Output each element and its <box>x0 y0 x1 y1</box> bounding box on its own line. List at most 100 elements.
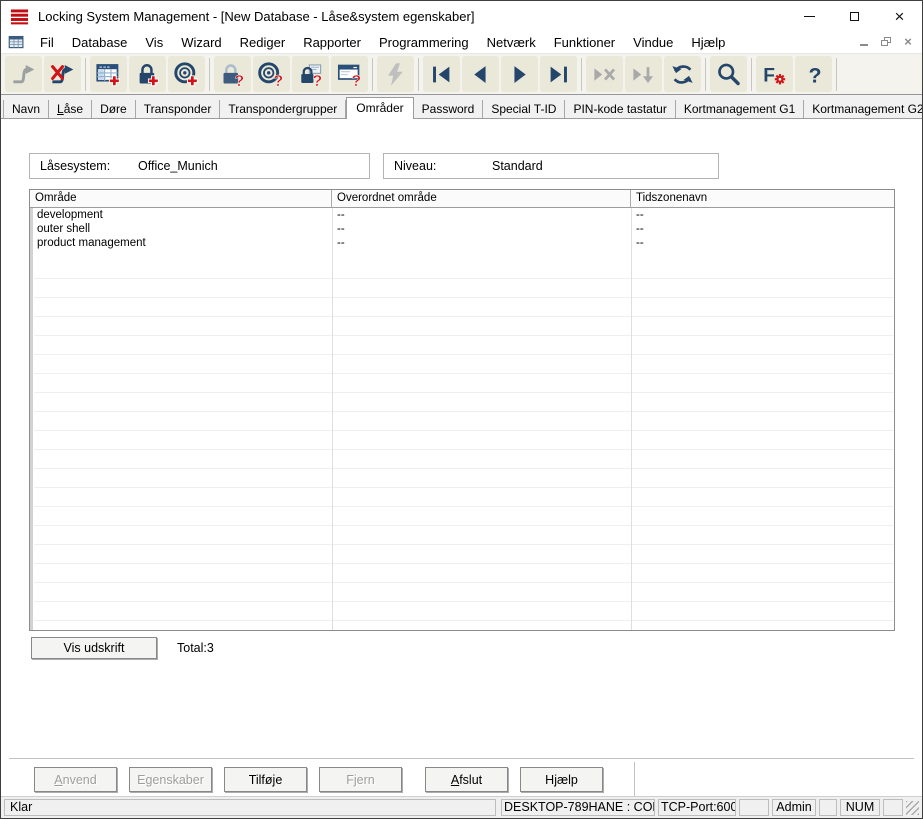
status-panels: DESKTOP-789HANE : COM(*)TCP-Port:6001Adm… <box>498 799 903 816</box>
print-preview-button[interactable]: Vis udskrift <box>31 637 157 659</box>
column-divider <box>332 208 333 630</box>
status-panel <box>819 799 837 816</box>
tab-transpondergrupper[interactable]: Transpondergrupper <box>220 100 346 118</box>
tab-password[interactable]: Password <box>414 100 484 118</box>
tab-transponder[interactable]: Transponder <box>136 100 221 118</box>
areas-table: OmrådeOverordnet områdeTidszonenavn deve… <box>29 189 895 631</box>
table-cell: -- <box>631 222 894 236</box>
button-row-separator <box>9 758 914 760</box>
column-header-tidszonenavn[interactable]: Tidszonenavn <box>631 190 894 207</box>
menu-item-netvaerk[interactable]: Netværk <box>478 33 545 52</box>
toolbar-button-nav-prev[interactable] <box>462 56 499 92</box>
mdi-restore-button[interactable] <box>877 34 895 49</box>
status-panel <box>739 799 769 816</box>
status-panel <box>883 799 903 816</box>
toolbar-button-read-lock-card[interactable]: ? <box>292 56 329 92</box>
toolbar-button-nav-last[interactable] <box>540 56 577 92</box>
toolbar-button-new-locking-plan[interactable] <box>90 56 127 92</box>
mdi-minimize-button[interactable] <box>855 34 873 49</box>
tab-dore[interactable]: Døre <box>92 100 136 118</box>
toolbar-button-connect-arrow <box>5 56 42 92</box>
table-row[interactable]: product management---- <box>30 236 894 250</box>
close-icon: × <box>895 8 905 25</box>
tab-lase[interactable]: Låse <box>49 100 92 118</box>
toolbar-button-filter-settings[interactable]: F <box>756 56 793 92</box>
tab-navn[interactable]: Navn <box>3 100 49 118</box>
menu-item-rapporter[interactable]: Rapporter <box>294 33 370 52</box>
toolbar-button-nav-cancel <box>586 56 623 92</box>
tab-special-t-id[interactable]: Special T-ID <box>483 100 565 118</box>
svg-text:?: ? <box>313 73 323 88</box>
toolbar-button-program-flash <box>377 56 414 92</box>
toolbar-button-read-transponder[interactable]: ? <box>253 56 290 92</box>
toolbar-separator <box>85 58 86 91</box>
menu-item-programmering[interactable]: Programmering <box>370 33 478 52</box>
add-transponder-icon <box>173 61 200 88</box>
read-lock-icon: ? <box>219 61 246 88</box>
table-cell: outer shell <box>30 222 332 236</box>
tilfoje-button[interactable]: Tilføje <box>224 767 307 792</box>
toolbar-separator <box>418 58 419 91</box>
level-label: Niveau: <box>384 159 492 173</box>
toolbar-button-add-lock[interactable] <box>129 56 166 92</box>
tab-kortmanagement-g1[interactable]: Kortmanagement G1 <box>676 100 804 118</box>
level-field: Niveau: Standard <box>383 153 719 179</box>
menu-item-rediger[interactable]: Rediger <box>231 33 295 52</box>
resize-grip-icon[interactable] <box>906 801 919 815</box>
toolbar-separator <box>751 58 752 91</box>
toolbar-button-refresh[interactable] <box>664 56 701 92</box>
refresh-icon <box>669 61 696 88</box>
menu-item-funktioner[interactable]: Funktioner <box>545 33 624 52</box>
toolbar-button-nav-next[interactable] <box>501 56 538 92</box>
menu-item-vis[interactable]: Vis <box>136 33 172 52</box>
tab-strip: NavnLåseDøreTransponderTranspondergruppe… <box>1 95 922 119</box>
maximize-button[interactable] <box>832 1 877 31</box>
menu-item-hjaelp[interactable]: Hjælp <box>682 33 734 52</box>
menu-item-vindue[interactable]: Vindue <box>624 33 682 52</box>
toolbar-button-disconnect-x[interactable] <box>44 56 81 92</box>
anvend-button: Anvend <box>34 767 117 792</box>
menu-item-wizard[interactable]: Wizard <box>172 33 230 52</box>
toolbar-button-read-lock[interactable]: ? <box>214 56 251 92</box>
column-header-omrade[interactable]: Område <box>30 190 332 207</box>
title-bar: Locking System Management - [New Databas… <box>1 1 922 31</box>
hjaelp-button[interactable]: Hjælp <box>520 767 603 792</box>
menu-item-database[interactable]: Database <box>63 33 137 52</box>
tab-omrader[interactable]: Områder <box>346 97 413 119</box>
connect-arrow-icon <box>10 61 37 88</box>
status-panel-admin: Admin <box>772 799 816 816</box>
table-body: development----outer shell----product ma… <box>30 208 894 250</box>
read-window-icon: ? <box>336 61 363 88</box>
afslut-button[interactable]: Afslut <box>425 767 508 792</box>
app-logo-stripes-icon <box>10 7 29 26</box>
menu-bar: FilDatabaseVisWizardRedigerRapporterProg… <box>1 31 922 53</box>
table-row[interactable]: development---- <box>30 208 894 222</box>
menu-item-fil[interactable]: Fil <box>31 33 63 52</box>
status-panel-desktop-789hane-com: DESKTOP-789HANE : COM(*) <box>501 799 655 816</box>
toolbar-separator <box>372 58 373 91</box>
toolbar-button-read-window[interactable]: ? <box>331 56 368 92</box>
add-lock-icon <box>134 61 161 88</box>
toolbar-button-help[interactable]: ? <box>795 56 832 92</box>
table-cell: -- <box>332 222 631 236</box>
mdi-close-button[interactable]: × <box>899 34 917 49</box>
toolbar-button-nav-first[interactable] <box>423 56 460 92</box>
nav-prev-icon <box>467 61 494 88</box>
svg-text:?: ? <box>274 73 284 88</box>
help-icon: ? <box>800 61 827 88</box>
maximize-icon <box>850 12 859 21</box>
program-flash-icon <box>382 61 409 88</box>
table-row[interactable]: outer shell---- <box>30 222 894 236</box>
minimize-button[interactable] <box>787 1 832 31</box>
tab-kortmanagement-g2[interactable]: Kortmanagement G2 <box>804 100 923 118</box>
nav-cancel-icon <box>591 61 618 88</box>
tab-pin-kode-tastatur[interactable]: PIN-kode tastatur <box>565 100 675 118</box>
toolbar-button-search[interactable] <box>710 56 747 92</box>
toolbar-button-add-transponder[interactable] <box>168 56 205 92</box>
close-button[interactable]: × <box>877 1 922 31</box>
toolbar-separator <box>836 58 837 91</box>
mdi-close-icon: × <box>904 35 912 48</box>
search-icon <box>715 61 742 88</box>
column-header-overordnet-omrade[interactable]: Overordnet område <box>332 190 631 207</box>
filter-settings-icon: F <box>761 61 788 88</box>
